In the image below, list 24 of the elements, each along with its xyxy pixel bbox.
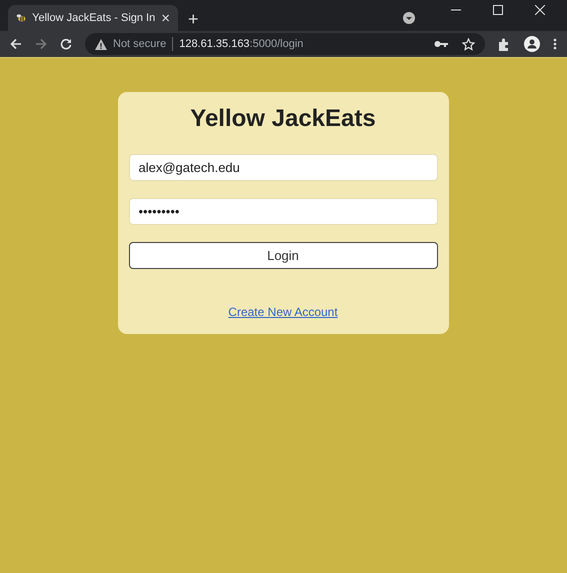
new-tab-button[interactable]: +: [188, 10, 199, 28]
profile-icon[interactable]: [524, 36, 540, 52]
puzzle-icon[interactable]: [498, 38, 511, 50]
close-icon[interactable]: [535, 5, 545, 15]
security-label: Not secure: [113, 38, 166, 50]
forward-icon[interactable]: [35, 38, 47, 50]
email-field[interactable]: alex@gatech.edu: [128, 154, 438, 181]
warning-icon: [95, 38, 107, 50]
maximize-icon[interactable]: [493, 5, 503, 15]
password-field[interactable]: •••••••••: [128, 198, 438, 225]
create-account-link[interactable]: Create New Account: [228, 305, 338, 319]
key-icon[interactable]: [434, 40, 448, 48]
reload-icon[interactable]: [60, 38, 72, 50]
login-button[interactable]: Login: [128, 242, 438, 269]
menu-icon[interactable]: [553, 38, 557, 50]
back-icon[interactable]: [10, 38, 22, 50]
browser-tab[interactable]: Yellow JackEats - Sign In ×: [8, 5, 178, 31]
close-tab-button[interactable]: ×: [161, 10, 170, 26]
bee-icon: [16, 12, 26, 24]
address-bar[interactable]: Not secure 128.61.35.163:5000/login: [85, 33, 485, 55]
tab-search-icon[interactable]: [403, 12, 415, 24]
star-icon[interactable]: [462, 38, 475, 50]
app-title: Yellow JackEats: [189, 104, 377, 134]
url-text: 128.61.35.163:5000/login: [179, 38, 304, 50]
